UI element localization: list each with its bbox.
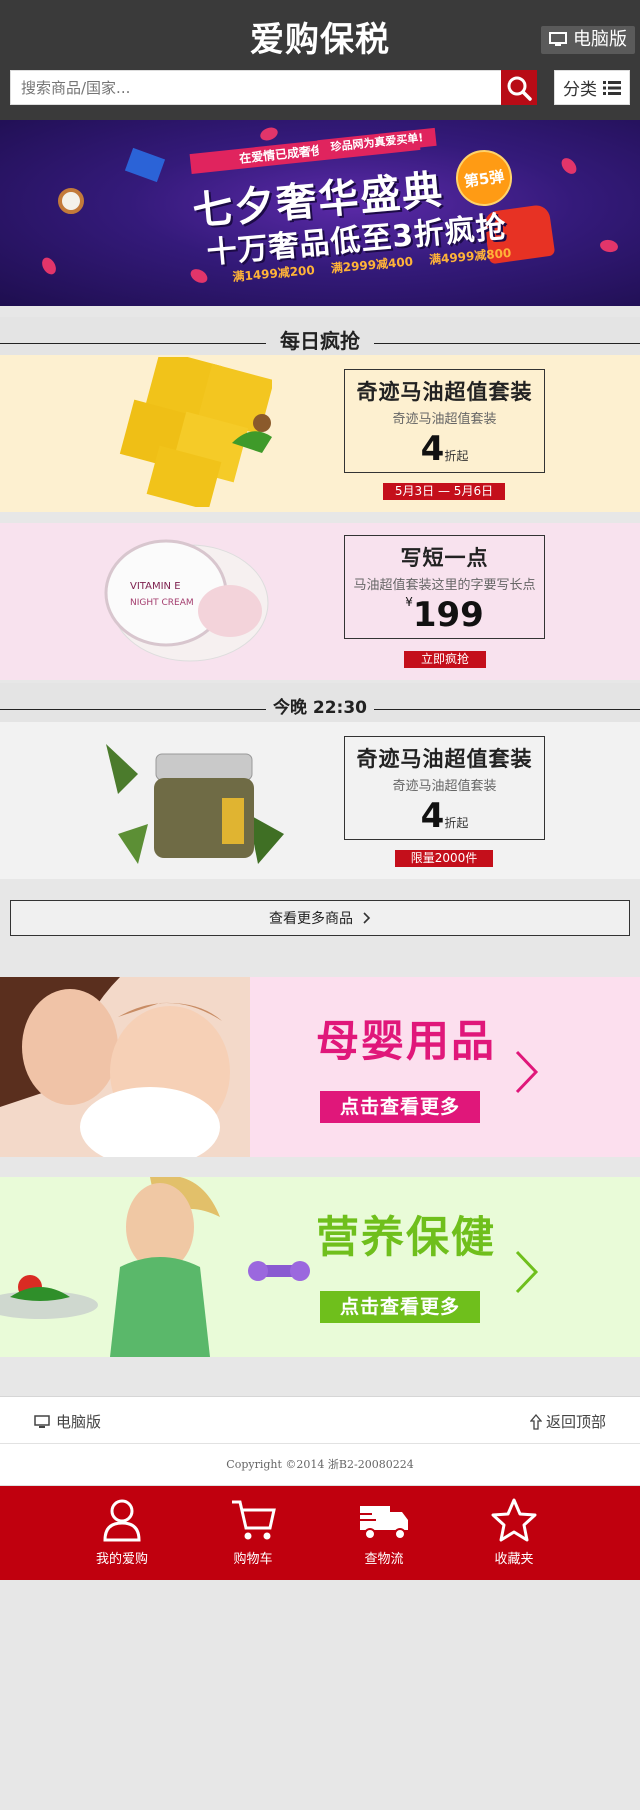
promo-info-box: 写短一点 马油超值套装这里的字要写长点 ¥199: [344, 535, 545, 639]
back-to-top-link[interactable]: 返回顶部: [529, 1411, 606, 1432]
truck-icon: [360, 1506, 408, 1540]
view-more-label: 查看更多商品: [269, 911, 353, 927]
nav-item-logistics[interactable]: 查物流: [334, 1498, 434, 1567]
petal-decoration: [39, 255, 59, 277]
nav-label: 收藏夹: [494, 1552, 534, 1567]
petal-decoration: [258, 125, 280, 143]
pc-version-label: 电脑版: [573, 29, 627, 50]
promo-info-box: 奇迹马油超值套装 奇迹马油超值套装 4折起: [344, 736, 545, 840]
hero-badge: 第5弹: [452, 146, 516, 210]
category-title: 母婴用品: [316, 1017, 496, 1067]
svg-text:VITAMIN E: VITAMIN E: [130, 581, 181, 592]
promo-subtitle: 奇迹马油超值套装: [392, 779, 497, 794]
search-input[interactable]: [11, 71, 503, 104]
product-image: [106, 744, 284, 864]
nav-label: 我的爱购: [95, 1552, 148, 1567]
footer-pc-label: 电脑版: [56, 1413, 102, 1431]
view-more-button[interactable]: 点击查看更多: [320, 1091, 480, 1123]
section-title-text: 今晚 22:30: [272, 698, 368, 718]
chevron-right-icon[interactable]: [514, 1049, 540, 1095]
monitor-icon: [34, 1414, 50, 1428]
search-icon: [507, 76, 532, 101]
copyright-text: Copyright ©2014 浙B2-20080224: [0, 1444, 640, 1486]
category-label: 分类: [563, 80, 597, 100]
promo-subtitle: 奇迹马油超值套装: [392, 412, 497, 427]
promo-title: 奇迹马油超值套装: [356, 380, 533, 404]
category-button[interactable]: 分类: [554, 70, 630, 105]
fitness-woman-image: [0, 1177, 310, 1357]
footer-pc-version-link[interactable]: 电脑版: [34, 1411, 101, 1432]
promo-price: ¥199: [405, 595, 484, 635]
hero-deal: 满2999减400: [330, 254, 414, 276]
chevron-right-icon[interactable]: [514, 1249, 540, 1295]
category-banner-maternal[interactable]: 母婴用品 点击查看更多: [0, 977, 640, 1157]
user-icon: [103, 1499, 141, 1542]
promo-card[interactable]: 奇迹马油超值套装 奇迹马油超值套装 4折起 5月3日 — 5月6日: [0, 355, 640, 512]
hero-deal: 满4999减800: [428, 245, 512, 267]
footer-links: 电脑版 返回顶部: [0, 1396, 640, 1444]
section-title-daily: 每日疯抢: [0, 317, 640, 357]
hero-banner[interactable]: 在爱情已成奢侈品的年代 珍品网为真爱买单! 七夕奢华盛典 十万奢品低至3折疯抢 …: [0, 120, 640, 306]
promo-card[interactable]: 奇迹马油超值套装 奇迹马油超值套装 4折起 限量2000件: [0, 722, 640, 879]
gift-box-image: [124, 147, 166, 183]
search-bar: [10, 70, 537, 105]
nav-item-my-account[interactable]: 我的爱购: [72, 1498, 172, 1567]
nav-label: 查物流: [364, 1552, 404, 1567]
promo-discount: 4折起: [420, 429, 469, 469]
petal-decoration: [558, 155, 580, 177]
header: 爱购保税 电脑版 分类: [0, 0, 640, 120]
buy-now-tag[interactable]: 立即疯抢: [404, 651, 486, 668]
pc-version-link[interactable]: 电脑版: [541, 26, 635, 54]
watch-image: [58, 188, 84, 214]
nav-item-favorites[interactable]: 收藏夹: [464, 1498, 564, 1567]
hero-deal: 满1499减200: [231, 263, 316, 285]
svg-text:NIGHT CREAM: NIGHT CREAM: [130, 598, 194, 608]
view-more-button[interactable]: 点击查看更多: [320, 1291, 480, 1323]
section-title-tonight: 今晚 22:30: [0, 683, 640, 723]
product-image: [119, 357, 272, 507]
promo-discount: 4折起: [420, 796, 469, 836]
nav-label: 购物车: [233, 1552, 273, 1567]
section-title-text: 每日疯抢: [280, 329, 360, 353]
petal-decoration: [599, 238, 619, 254]
category-banner-health[interactable]: 营养保健 点击查看更多: [0, 1177, 640, 1357]
promo-info-box: 奇迹马油超值套装 奇迹马油超值套装 4折起: [344, 369, 545, 473]
star-icon: [491, 1498, 537, 1542]
monitor-icon: [549, 32, 567, 46]
nav-item-cart[interactable]: 购物车: [203, 1498, 303, 1567]
promo-title: 奇迹马油超值套装: [356, 747, 533, 771]
promo-title: 写短一点: [400, 546, 489, 570]
view-more-products-button[interactable]: 查看更多商品: [10, 900, 630, 936]
back-to-top-label: 返回顶部: [545, 1413, 606, 1431]
promo-subtitle: 马油超值套装这里的字要写长点: [353, 578, 536, 593]
promo-card[interactable]: VITAMIN E NIGHT CREAM 写短一点 马油超值套装这里的字要写长…: [0, 523, 640, 680]
list-icon: [603, 80, 621, 95]
search-button[interactable]: [501, 70, 537, 105]
category-title: 营养保健: [316, 1213, 496, 1263]
mother-baby-image: [0, 977, 250, 1157]
product-image: VITAMIN E NIGHT CREAM: [104, 539, 269, 662]
bottom-nav: 我的爱购 购物车 查物流 收藏夹: [0, 1486, 640, 1580]
limited-quantity-tag: 限量2000件: [395, 850, 493, 867]
petal-decoration: [188, 266, 210, 286]
promo-date-tag: 5月3日 — 5月6日: [383, 483, 505, 500]
chevron-right-icon: [363, 912, 371, 924]
cart-icon: [232, 1500, 276, 1540]
arrow-up-icon: [529, 1413, 542, 1430]
